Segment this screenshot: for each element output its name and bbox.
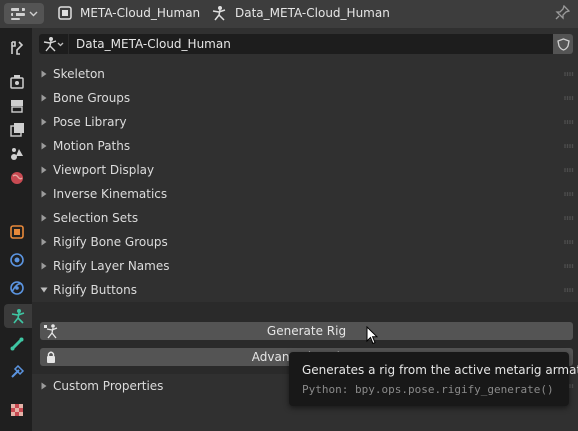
disclosure-right-icon [41, 190, 47, 198]
tab-tool[interactable] [4, 36, 30, 60]
tooltip-python-path: Python: bpy.ops.pose.rigify_generate() [302, 383, 554, 396]
armature-datablock-selector: Data_META-Cloud_Human [39, 34, 573, 54]
drag-grip-icon[interactable] [564, 288, 574, 292]
bone-constraint-icon [11, 364, 25, 378]
tooltip: Generates a rig from the active metarig … [289, 352, 578, 406]
tool-icon [11, 41, 24, 55]
drag-grip-icon[interactable] [564, 216, 574, 220]
fake-user-button[interactable] [553, 34, 573, 54]
tab-physics[interactable] [4, 276, 30, 300]
view-layer-icon [10, 123, 24, 137]
tab-world[interactable] [4, 166, 30, 190]
tooltip-description: Generates a rig from the active metarig … [302, 363, 578, 377]
editor-type-button[interactable] [4, 3, 44, 24]
bone-icon [10, 337, 24, 351]
panel-selection-sets[interactable]: Selection Sets [32, 206, 578, 230]
armature-data-name: Data_META-Cloud_Human [235, 6, 390, 20]
armature-browse-icon [43, 37, 63, 52]
disclosure-right-icon [41, 238, 47, 246]
disclosure-right-icon [41, 382, 47, 390]
properties-tab-strip [0, 28, 32, 431]
tab-modifiers[interactable] [4, 248, 30, 272]
properties-editor-icon [11, 6, 25, 20]
tab-output[interactable] [4, 94, 30, 118]
physics-icon [10, 281, 24, 295]
output-icon [11, 100, 23, 113]
panel-label: Rigify Bone Groups [53, 235, 168, 249]
drag-grip-icon[interactable] [564, 264, 574, 268]
armature-icon [11, 309, 25, 324]
drag-grip-icon[interactable] [564, 240, 574, 244]
lock-icon [47, 351, 55, 363]
drag-grip-icon[interactable] [564, 120, 574, 124]
world-icon [11, 172, 23, 184]
object-name: META-Cloud_Human [80, 6, 201, 20]
object-properties-icon [10, 225, 24, 239]
generate-rig-label: Generate Rig [266, 324, 347, 338]
panel-bone-groups[interactable]: Bone Groups [32, 86, 578, 110]
disclosure-down-icon [40, 287, 48, 293]
panel-label: Selection Sets [53, 211, 139, 225]
generate-rig-button[interactable]: Generate Rig [40, 322, 573, 340]
disclosure-right-icon [41, 214, 47, 222]
panel-rigify-bone-groups[interactable]: Rigify Bone Groups [32, 230, 578, 254]
drag-grip-icon[interactable] [564, 168, 574, 172]
panel-pose-library[interactable]: Pose Library [32, 110, 578, 134]
panel-label: Rigify Buttons [53, 283, 137, 297]
tab-render[interactable] [4, 70, 30, 94]
tab-bone[interactable] [4, 332, 30, 356]
disclosure-right-icon [41, 262, 47, 270]
panel-label: Motion Paths [53, 139, 131, 153]
datablock-name-field[interactable]: Data_META-Cloud_Human [76, 37, 553, 51]
panel-label: Bone Groups [53, 91, 131, 105]
texture-icon [11, 404, 23, 416]
panel-label: Inverse Kinematics [53, 187, 168, 201]
tab-view-layer[interactable] [4, 118, 30, 142]
object-icon [58, 6, 72, 20]
panel-label: Skeleton [53, 67, 105, 81]
shield-icon [556, 37, 570, 51]
disclosure-right-icon [41, 94, 47, 102]
armature-data-icon [212, 6, 226, 21]
scene-icon [11, 148, 23, 160]
panel-label: Rigify Layer Names [53, 259, 170, 273]
mouse-cursor-icon [366, 326, 378, 345]
panel-inverse-kinematics[interactable]: Inverse Kinematics [32, 182, 578, 206]
tab-armature-data[interactable] [4, 304, 32, 328]
disclosure-right-icon [41, 118, 47, 126]
pin-icon[interactable] [555, 5, 570, 20]
tab-bone-constraints[interactable] [4, 360, 30, 384]
tab-texture[interactable] [4, 398, 30, 422]
drag-grip-icon[interactable] [564, 96, 574, 100]
drag-grip-icon[interactable] [564, 72, 574, 76]
render-icon [10, 75, 24, 89]
panel-rigify-layer-names[interactable]: Rigify Layer Names [32, 254, 578, 278]
modifiers-icon [10, 253, 24, 267]
panel-label: Pose Library [53, 115, 127, 129]
drag-grip-icon[interactable] [564, 144, 574, 148]
panel-label: Custom Properties [53, 379, 164, 393]
pose-armature-icon [44, 324, 58, 339]
panel-label: Viewport Display [53, 163, 155, 177]
panel-rigify-buttons[interactable]: Rigify Buttons [32, 278, 578, 302]
datablock-browse-button[interactable] [39, 34, 69, 54]
tab-scene[interactable] [4, 142, 30, 166]
properties-header: META-Cloud_Human Data_META-Cloud_Human [0, 0, 578, 28]
panel-viewport-display[interactable]: Viewport Display [32, 158, 578, 182]
disclosure-right-icon [41, 142, 47, 150]
chevron-down-icon [29, 11, 38, 17]
tab-object[interactable] [4, 220, 30, 244]
disclosure-right-icon [41, 70, 47, 78]
disclosure-right-icon [41, 166, 47, 174]
panel-motion-paths[interactable]: Motion Paths [32, 134, 578, 158]
drag-grip-icon[interactable] [564, 192, 574, 196]
panel-skeleton[interactable]: Skeleton [32, 62, 578, 86]
